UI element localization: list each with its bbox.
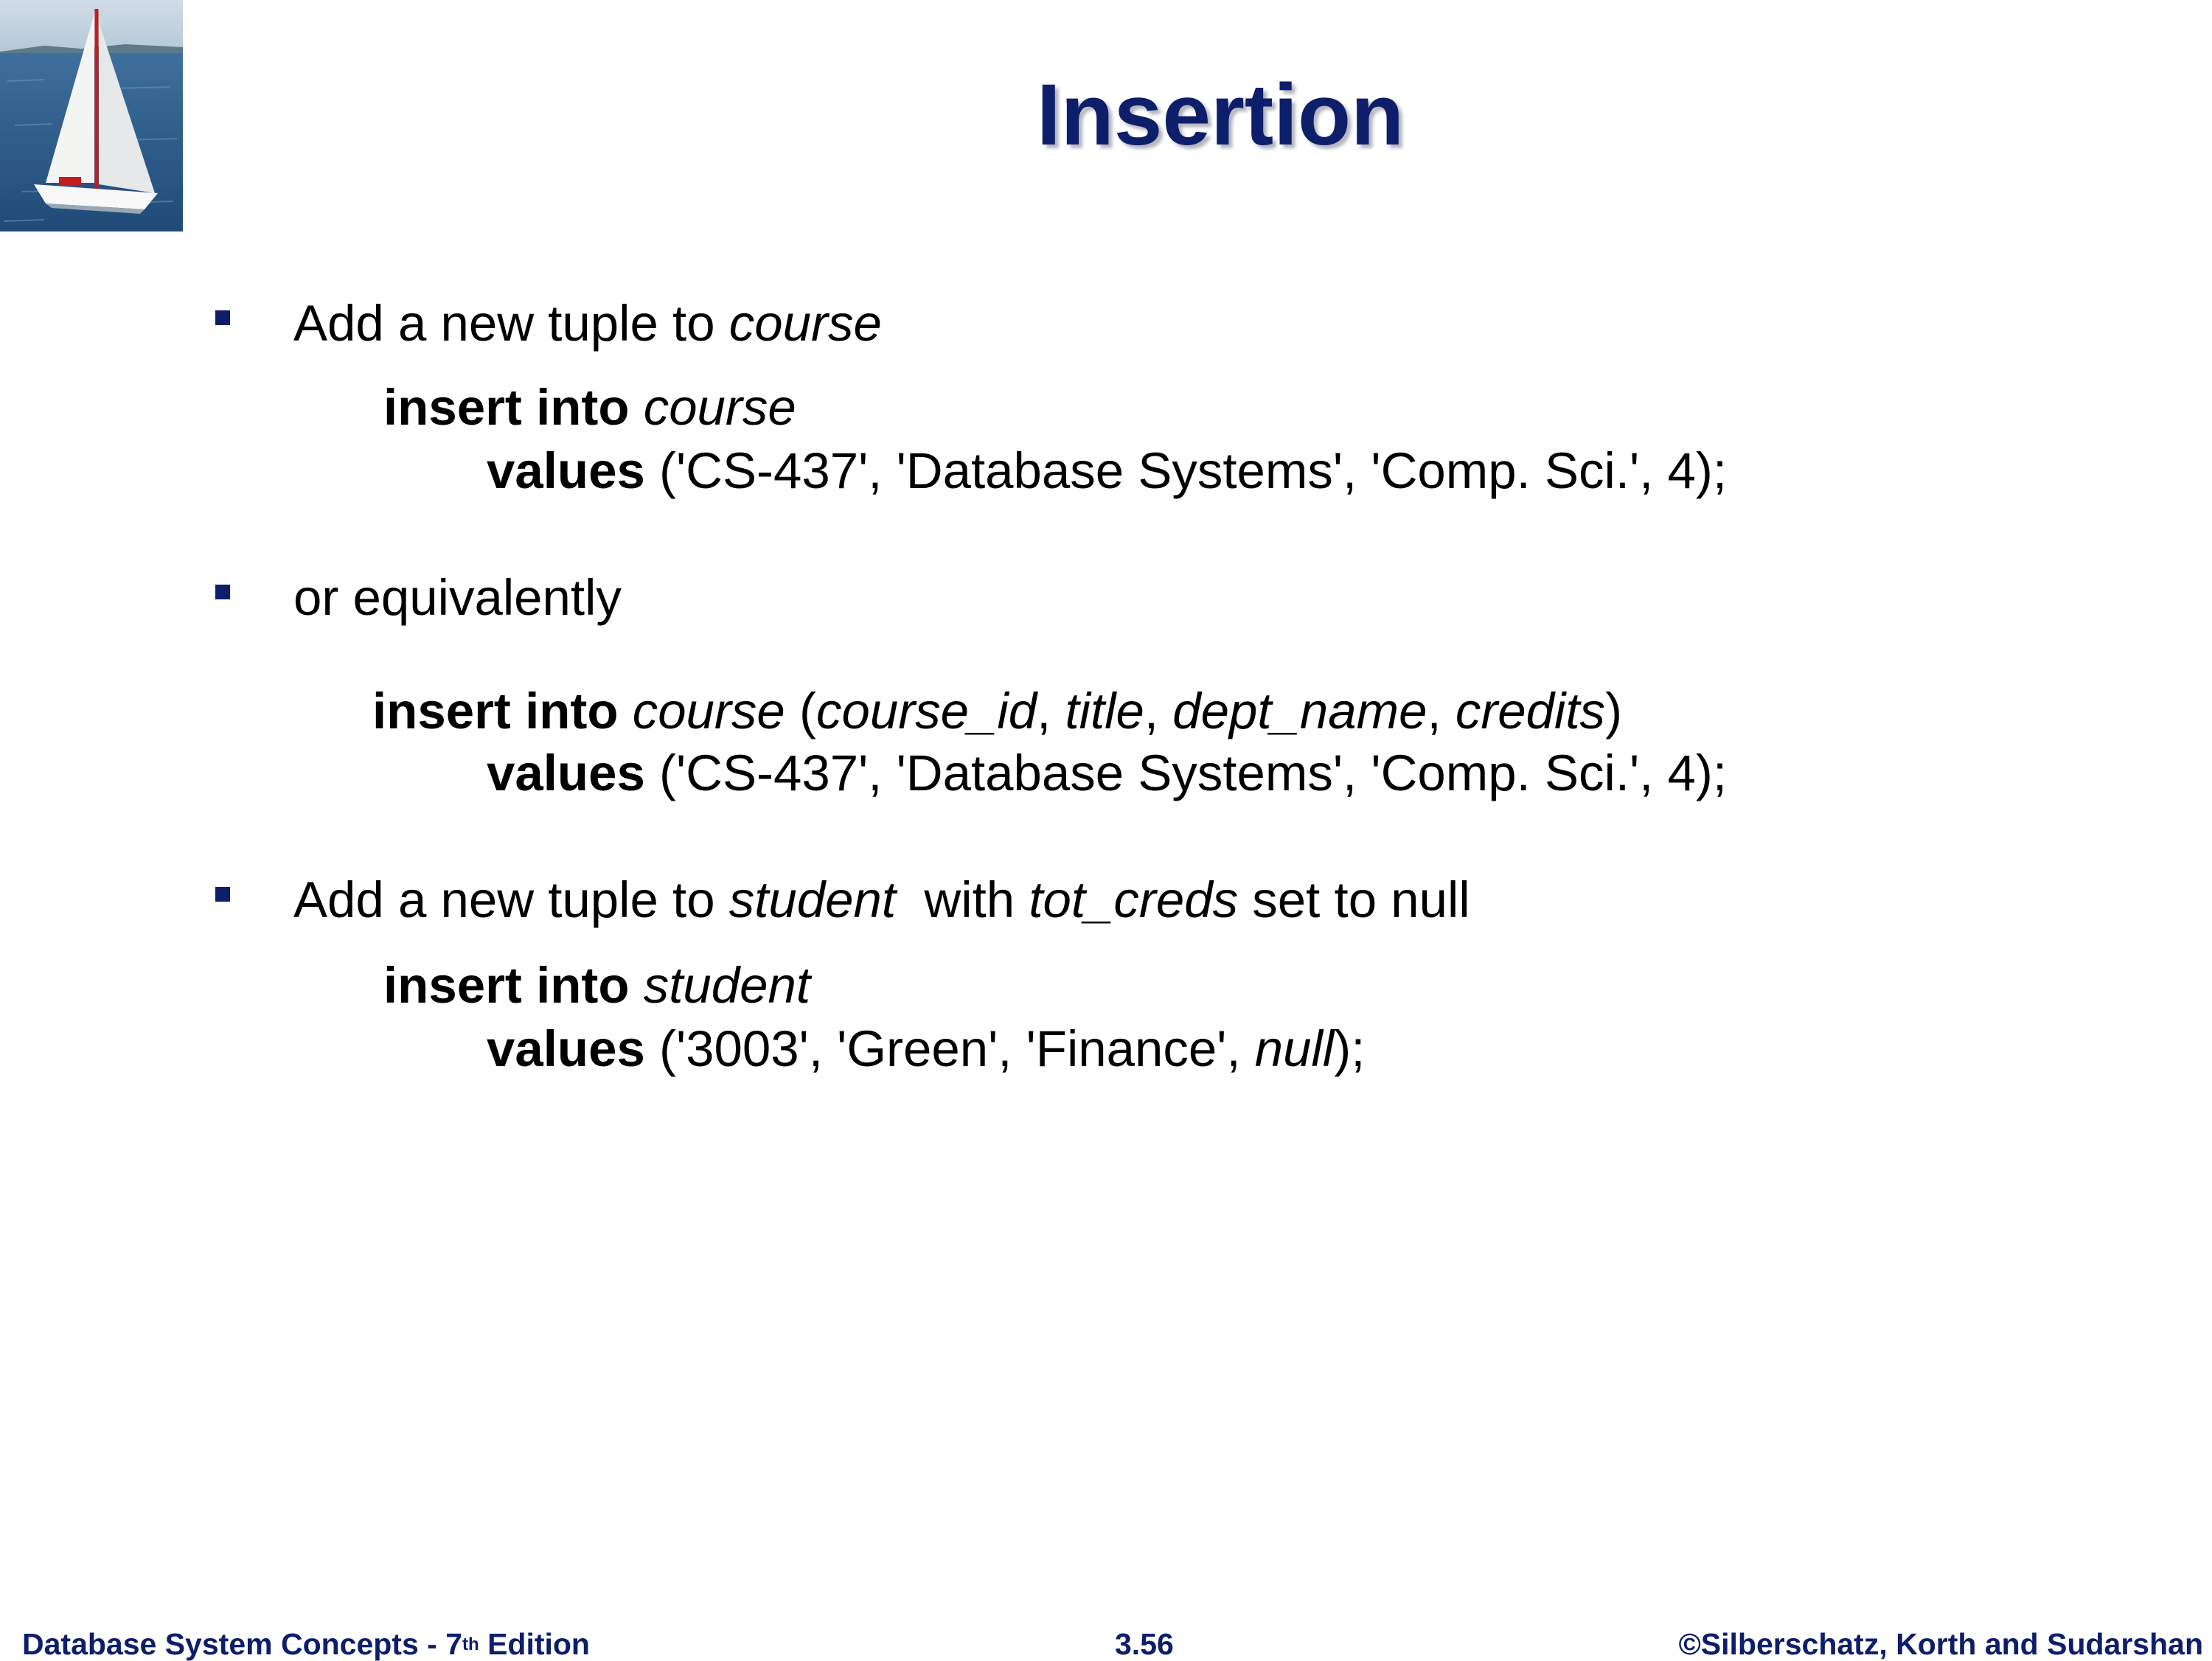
sql-keyword: values (487, 442, 645, 499)
sql-values: ('CS-437', 'Database Systems', 'Comp. Sc… (659, 442, 1728, 499)
sql-column: credits (1455, 683, 1606, 739)
sql-table: course (643, 379, 796, 436)
sql-punct: , (1427, 683, 1455, 739)
bullet-text-segment: tot_creds (1029, 871, 1239, 928)
sql-table: course (632, 683, 785, 739)
sql-column: dept_name (1172, 683, 1427, 739)
code-line: values ('CS-437', 'Database Systems', 'C… (487, 748, 1727, 798)
slide-number: 3.56 (1115, 1627, 1174, 1661)
bullet-text: Add a new tuple to course (293, 298, 882, 349)
bullet-text-segment: Add a new tuple to (293, 871, 729, 928)
bullet-text-segment: set to null (1238, 871, 1470, 928)
bullet-marker (215, 585, 230, 599)
sql-punct: , (1037, 683, 1065, 739)
bullet-text-segment: with (896, 871, 1029, 928)
bullet-marker (215, 887, 230, 902)
bullet-text: Add a new tuple to student with tot_cred… (293, 874, 1470, 925)
bullet-text-segment: course (728, 295, 882, 352)
code-line: values ('3003', 'Green', 'Finance', null… (487, 1023, 1365, 1074)
sql-keyword: insert into (383, 379, 630, 436)
footer-edition: Edition (479, 1627, 590, 1661)
footer-book-title: Database System Concepts - 7 (22, 1627, 463, 1661)
bullet-text-segment: student (728, 871, 897, 928)
bullet-text-segment: Add a new tuple to (293, 295, 729, 352)
sql-punct: , (1144, 683, 1173, 739)
sql-table: student (643, 957, 811, 1014)
slide-title: Insertion (1036, 66, 1405, 164)
sql-keyword: values (487, 1020, 645, 1077)
code-line: values ('CS-437', 'Database Systems', 'C… (487, 445, 1727, 496)
sql-values: ); (1334, 1020, 1366, 1077)
sql-punct: ) (1605, 683, 1623, 739)
bullet-text-segment: or equivalently (293, 569, 622, 626)
sql-keyword: insert into (372, 683, 619, 739)
bullet-marker (215, 310, 230, 325)
code-line: insert into student (383, 960, 810, 1011)
sql-column: course_id (815, 683, 1037, 739)
bullet-text: or equivalently (293, 572, 622, 623)
sql-values: ('3003', 'Green', 'Finance', (659, 1020, 1255, 1077)
sql-keyword: values (487, 745, 645, 801)
footer-left: Database System Concepts - 7th Edition (22, 1629, 590, 1660)
footer-superscript: th (462, 1634, 479, 1654)
sql-keyword: insert into (383, 957, 630, 1014)
sql-column: title (1065, 683, 1144, 739)
code-line: insert into course (course_id, title, de… (372, 686, 1622, 737)
sql-null: null (1254, 1020, 1335, 1077)
sql-punct: ( (785, 683, 816, 739)
footer-copyright: ©Silberschatz, Korth and Sudarshan (1678, 1627, 2203, 1661)
sql-values: ('CS-437', 'Database Systems', 'Comp. Sc… (659, 745, 1728, 801)
code-line: insert into course (383, 382, 796, 433)
